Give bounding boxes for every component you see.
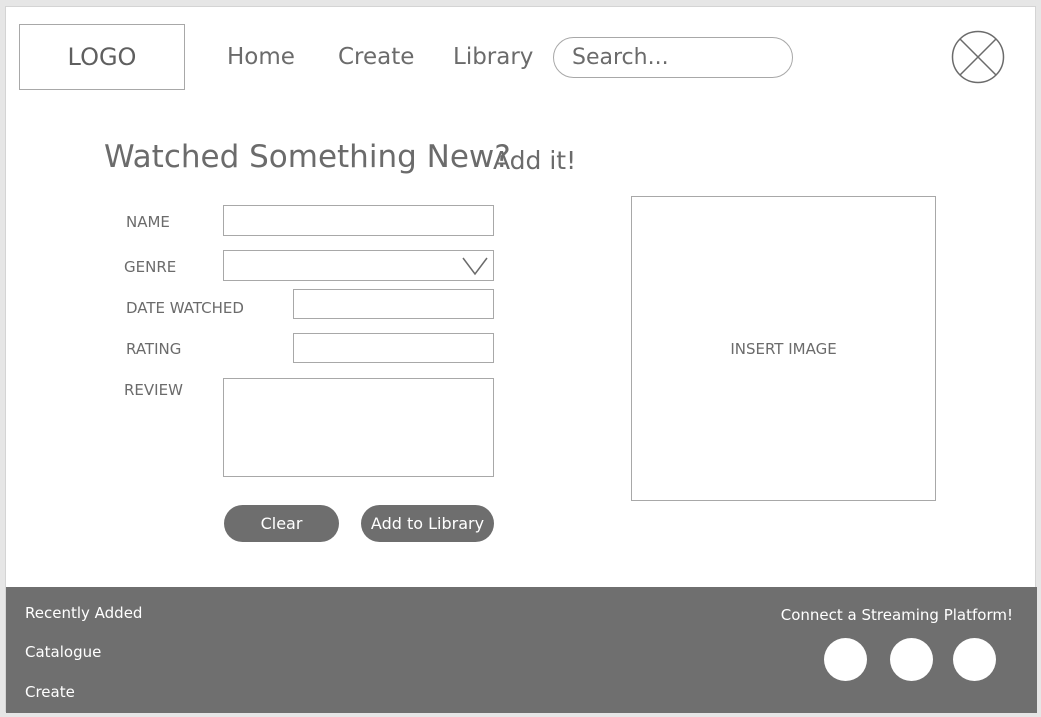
review-label: REVIEW xyxy=(124,381,183,399)
platform-icon-1[interactable] xyxy=(824,638,867,681)
connect-platform-label: Connect a Streaming Platform! xyxy=(780,606,1013,624)
page-title: Watched Something New? xyxy=(104,139,511,175)
window-frame: LOGO Home Create Library Watched Somethi… xyxy=(0,0,1041,717)
nav-library-link[interactable]: Library xyxy=(453,44,533,70)
platform-icon-2[interactable] xyxy=(890,638,933,681)
image-placeholder-label: INSERT IMAGE xyxy=(730,339,837,358)
clear-button[interactable]: Clear xyxy=(224,505,339,542)
rating-field[interactable] xyxy=(293,333,494,363)
platform-icon-3[interactable] xyxy=(953,638,996,681)
name-label: NAME xyxy=(126,213,170,231)
genre-select[interactable] xyxy=(223,250,494,281)
rating-label: RATING xyxy=(126,340,182,358)
date-watched-label: DATE WATCHED xyxy=(126,299,244,317)
footer: Recently Added Catalogue Create Connect … xyxy=(6,587,1037,713)
nav-create-link[interactable]: Create xyxy=(338,44,414,70)
date-watched-field[interactable] xyxy=(293,289,494,319)
circle-x-icon[interactable] xyxy=(951,30,1005,84)
footer-link-create[interactable]: Create xyxy=(25,683,75,701)
add-to-library-button[interactable]: Add to Library xyxy=(361,505,494,542)
footer-link-catalogue[interactable]: Catalogue xyxy=(25,643,101,661)
review-textarea[interactable] xyxy=(223,378,494,477)
genre-label: GENRE xyxy=(124,258,177,276)
image-upload-area[interactable]: INSERT IMAGE xyxy=(631,196,936,501)
chevron-down-icon xyxy=(462,257,488,276)
footer-link-recently-added[interactable]: Recently Added xyxy=(25,604,142,622)
search-input[interactable] xyxy=(553,37,793,78)
logo[interactable]: LOGO xyxy=(19,24,185,90)
page: LOGO Home Create Library Watched Somethi… xyxy=(5,6,1037,713)
nav-home-link[interactable]: Home xyxy=(227,44,295,70)
page-subtitle: Add it! xyxy=(493,146,577,175)
name-field[interactable] xyxy=(223,205,494,236)
